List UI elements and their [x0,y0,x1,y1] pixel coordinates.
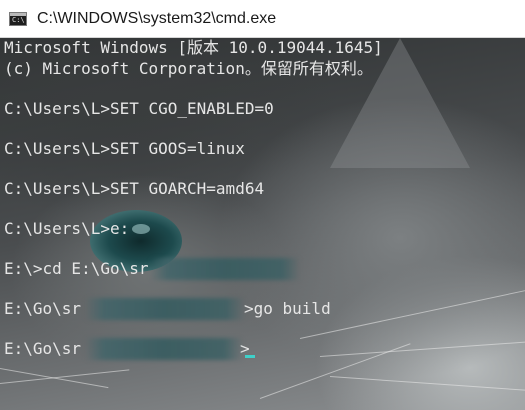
console-line: E:\Go\sr [4,339,82,358]
background-eye-glint [132,224,150,234]
background-whisker [259,343,411,399]
console-line: C:\Users\L>SET GOARCH=amd64 [4,179,265,198]
console-line: C:\Users\L>e: [4,219,130,238]
title-bar[interactable]: C:\ C:\WINDOWS\system32\cmd.exe [0,0,525,38]
cmd-icon: C:\ [9,12,27,26]
cmd-icon-prompt: C:\ [12,16,25,24]
console-output: Microsoft Windows [版本 10.0.19044.1645] (… [4,38,383,358]
redacted-path [85,338,243,360]
text-cursor [245,355,255,358]
redacted-path [85,298,245,320]
console-line: Microsoft Windows [版本 10.0.19044.1645] [4,38,383,57]
window-title: C:\WINDOWS\system32\cmd.exe [37,10,277,27]
background-whisker [329,376,525,391]
console-line: (c) Microsoft Corporation。保留所有权利。 [4,59,373,78]
cmd-window: C:\ C:\WINDOWS\system32\cmd.exe Microsof… [0,0,525,410]
background-whisker [319,341,525,357]
console-line: E:\>cd E:\Go\sr [4,259,149,278]
redacted-path [150,258,300,280]
build-command: >go build [244,299,331,318]
background-whisker [299,290,525,339]
console-area[interactable]: Microsoft Windows [版本 10.0.19044.1645] (… [0,38,525,410]
console-line: C:\Users\L>SET CGO_ENABLED=0 [4,99,274,118]
console-line: E:\Go\sr [4,299,82,318]
console-line: C:\Users\L>SET GOOS=linux [4,139,245,158]
